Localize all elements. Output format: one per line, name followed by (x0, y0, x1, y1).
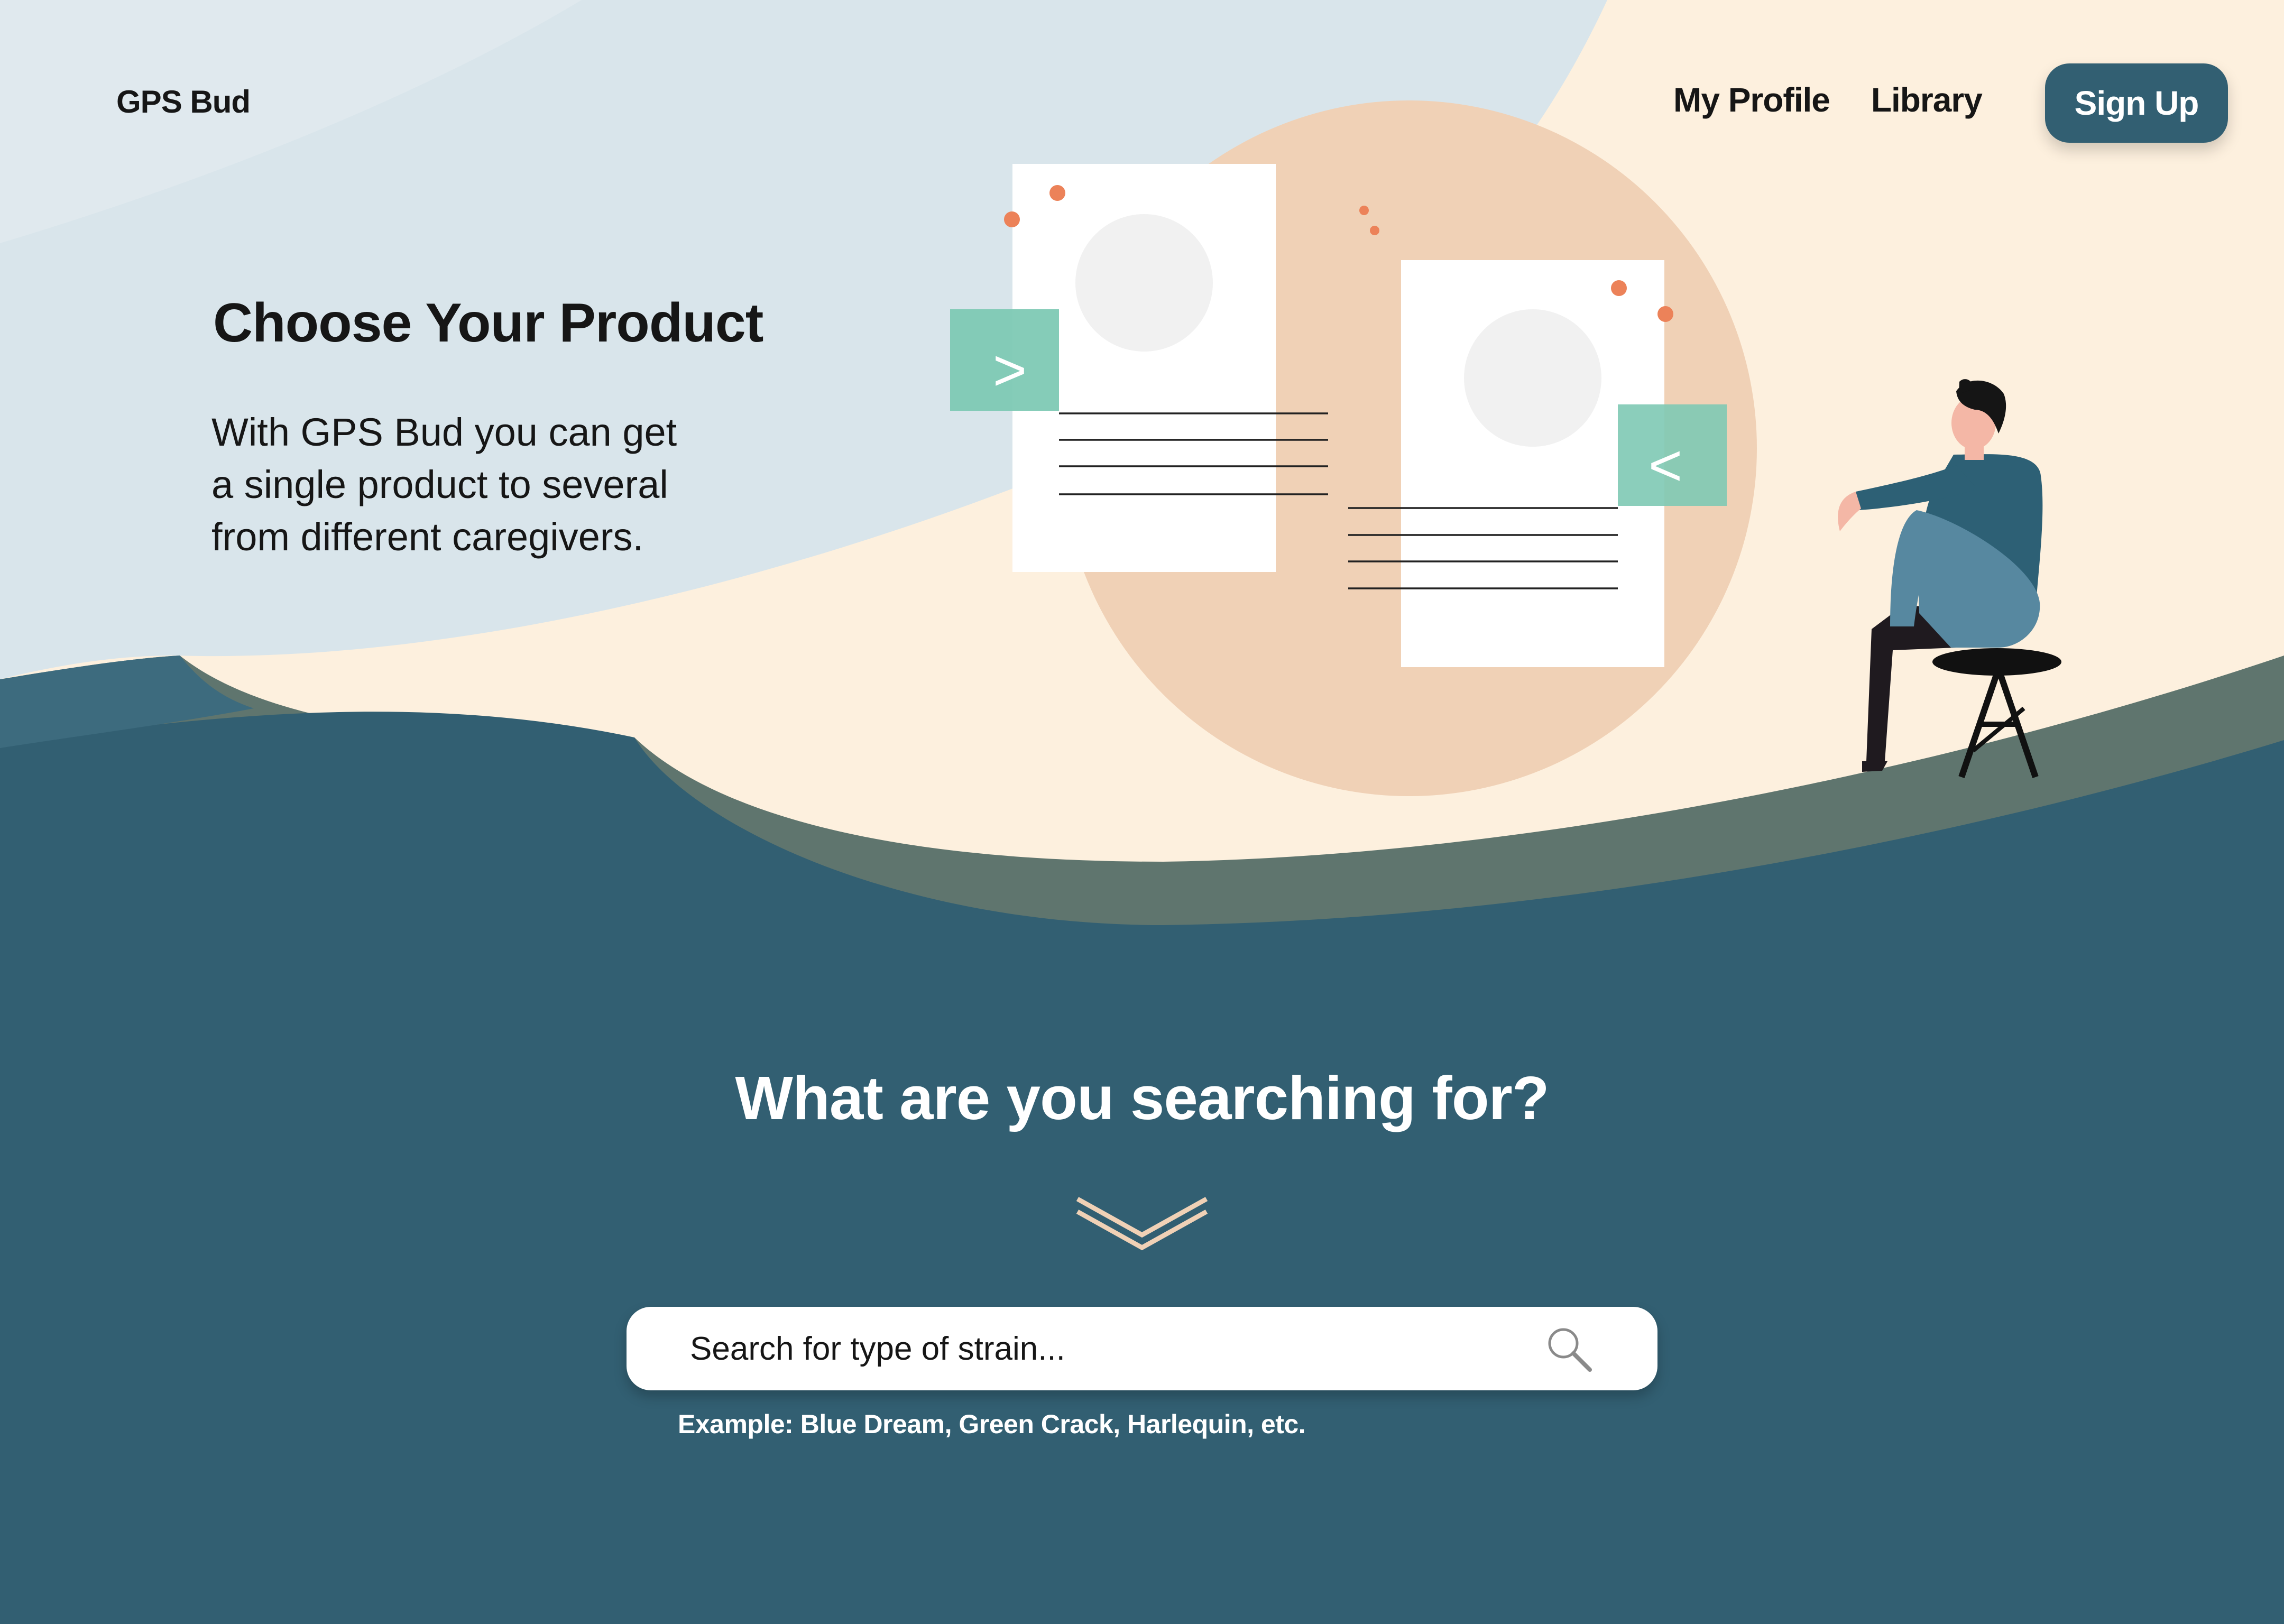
hero-title: Choose Your Product (213, 292, 763, 354)
search-icon[interactable] (1543, 1323, 1594, 1374)
site-logo[interactable]: GPS Bud (116, 84, 251, 120)
nav-link-my-profile[interactable]: My Profile (1673, 80, 1830, 119)
hero-description-line: With GPS Bud you can get (211, 410, 677, 454)
hero-description-line: from different caregivers. (211, 515, 644, 559)
hero-description-line: a single product to several (211, 463, 668, 506)
sign-up-button[interactable]: Sign Up (2045, 63, 2228, 143)
arrow-right-glyph: > (993, 338, 1027, 403)
hero-description: With GPS Bud you can get a single produc… (211, 406, 793, 563)
search-bar (627, 1307, 1657, 1390)
search-input[interactable] (627, 1307, 1543, 1390)
arrow-left-glyph: < (1648, 433, 1682, 498)
search-example-hint: Example: Blue Dream, Green Crack, Harleq… (678, 1409, 1306, 1439)
chevron-down-icon (1073, 1194, 1211, 1254)
search-heading: What are you searching for? (735, 1064, 1549, 1132)
nav-link-library[interactable]: Library (1871, 80, 1983, 119)
top-nav: My Profile Library (1673, 80, 1983, 119)
